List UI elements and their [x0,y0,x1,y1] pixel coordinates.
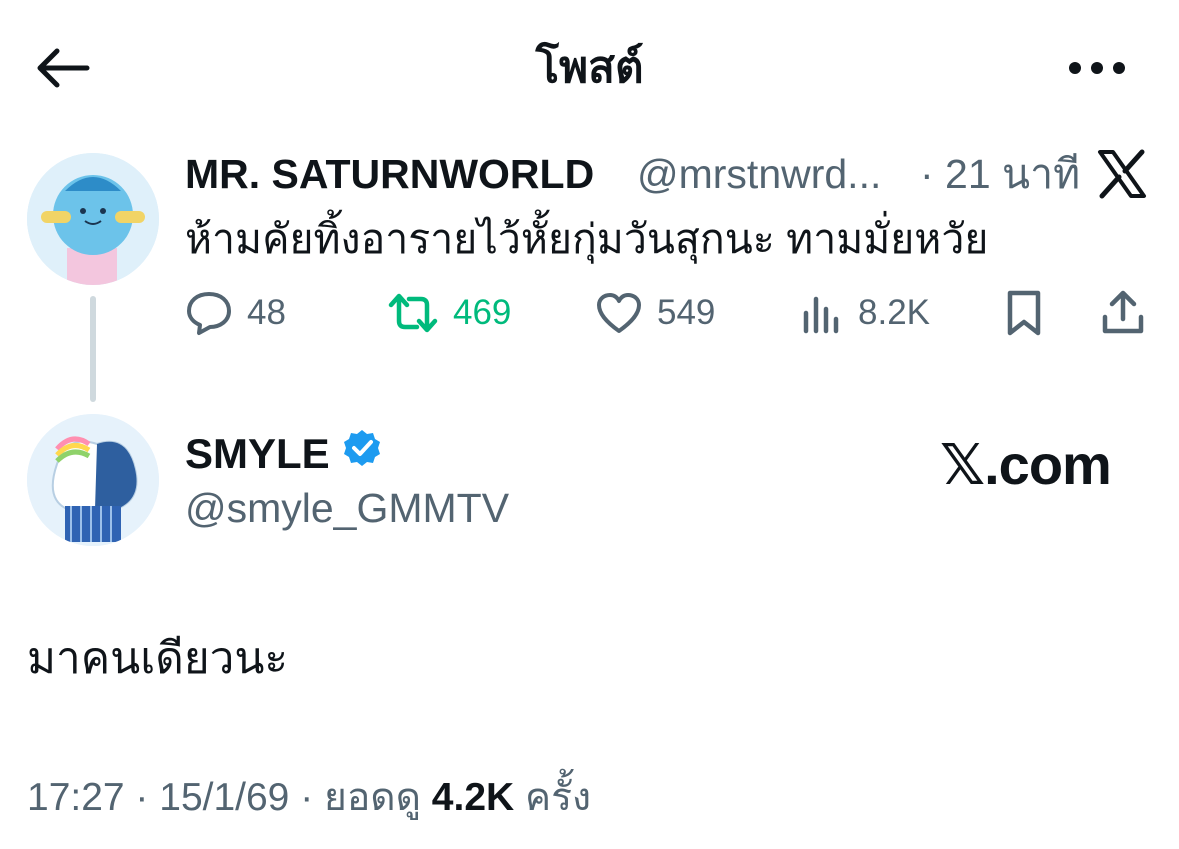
avatar-image [27,153,159,285]
timestamp[interactable]: 17:27 · 15/1/69 · ยอดดู [27,776,432,819]
repost-button[interactable]: 469 [387,288,511,338]
main-display-name-row[interactable]: SMYLE [185,428,382,480]
analytics-icon [803,296,839,334]
main-tweet-text: มาคนเดียวนะ [27,634,289,683]
x-logo-icon [1096,148,1148,200]
repost-icon [388,293,438,333]
main-avatar[interactable] [27,414,159,546]
views-suffix: ครั้ง [514,776,592,819]
thread-line [90,296,96,402]
x-com-watermark: 𝕏.com [940,433,1112,496]
share-icon [1102,290,1144,334]
views-count-main: 4.2K [431,776,515,819]
page-title: โพสต์ [535,43,644,92]
parent-avatar[interactable] [27,153,159,285]
main-display-name: SMYLE [185,430,330,477]
bookmark-button[interactable] [1004,288,1044,338]
more-button[interactable] [1062,40,1132,96]
parent-handle[interactable]: @mrstnwrd... [637,148,881,200]
avatar-image [27,414,159,546]
more-horizontal-icon [1069,62,1125,74]
reply-icon [187,292,231,335]
parent-tweet-text: ห้ามคัยทิ้งอารายไว้หั้ยกุ่มวันสุกนะ ทามม… [185,216,989,262]
views-count: 8.2K [858,293,930,332]
parent-timestamp[interactable]: · 21 นาที [920,148,1080,200]
parent-display-name[interactable]: MR. SATURNWORLD [185,148,594,200]
main-handle[interactable]: @smyle_GMMTV [185,482,509,534]
share-button[interactable] [1100,288,1146,338]
views-button[interactable]: 8.2K [800,288,930,338]
reply-count: 48 [247,293,286,332]
bookmark-icon [1007,290,1041,336]
heart-icon [597,293,641,333]
verified-badge-icon [342,428,382,480]
like-count: 549 [657,293,716,332]
reply-button[interactable]: 48 [185,288,286,338]
repost-count: 469 [453,293,512,332]
tweet-meta: 17:27 · 15/1/69 · ยอดดู 4.2K ครั้ง [27,770,591,826]
like-button[interactable]: 549 [595,288,715,338]
